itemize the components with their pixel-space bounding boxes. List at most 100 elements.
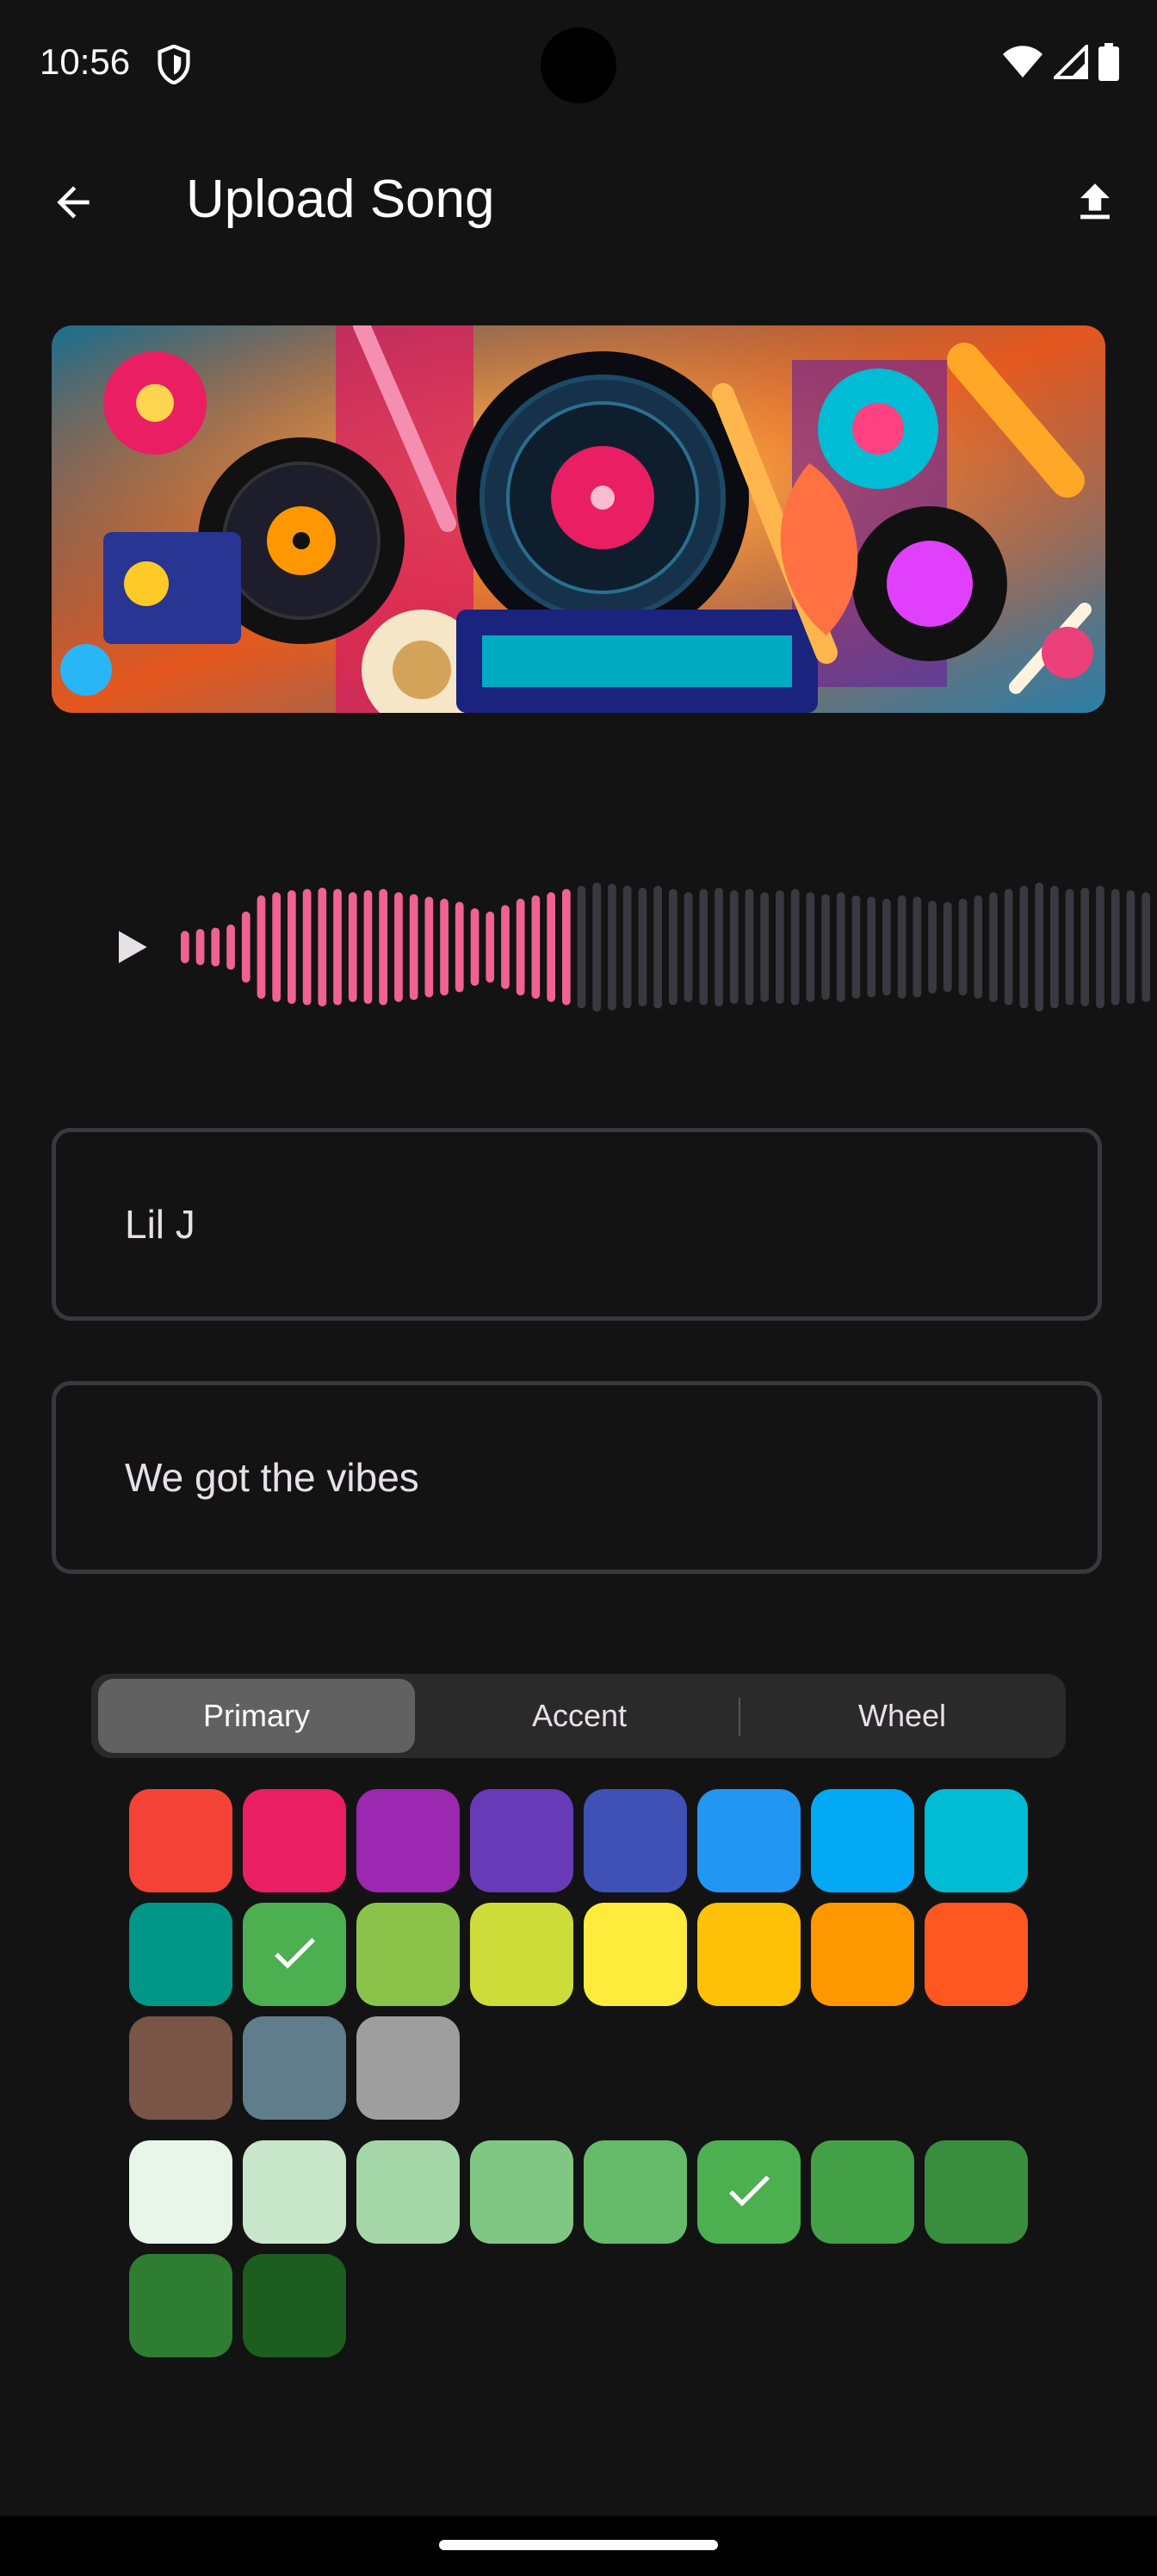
artist-value: Lil J: [125, 1202, 195, 1247]
waveform-bar-played: [333, 889, 342, 1006]
waveform-bar: [974, 895, 983, 999]
waveform-bar: [1111, 889, 1120, 1006]
waveform-bar-played: [379, 889, 387, 1006]
waveform-bar-played: [318, 888, 327, 1006]
waveform-bar: [897, 895, 906, 999]
waveform-bar: [760, 892, 769, 1002]
waveform-bar-played: [516, 898, 525, 996]
primary-color-swatch[interactable]: [470, 1789, 573, 1892]
primary-color-swatch[interactable]: [243, 1789, 346, 1892]
song-title-field[interactable]: We got the vibes: [52, 1381, 1102, 1574]
artist-field[interactable]: Lil J: [52, 1128, 1102, 1321]
waveform-bar-played: [440, 898, 449, 996]
tab-primary[interactable]: Primary: [98, 1679, 415, 1753]
primary-color-swatch[interactable]: [356, 1789, 460, 1892]
waveform-bar: [851, 895, 861, 999]
waveform-bar: [608, 883, 616, 1011]
waveform-bar: [1004, 889, 1013, 1006]
primary-color-swatch[interactable]: [243, 2016, 346, 2120]
waveform-bar-played: [470, 908, 480, 986]
status-bar: 10:56: [0, 0, 1157, 129]
battery-icon: [1098, 42, 1119, 85]
shade-color-swatch[interactable]: [129, 2254, 232, 2357]
arrow-back-icon[interactable]: [43, 172, 103, 232]
waveform-bar-played: [486, 911, 495, 983]
waveform-bar-played: [211, 927, 220, 967]
waveform-bar: [913, 896, 922, 998]
waveform-bar: [715, 888, 723, 1006]
primary-color-swatch[interactable]: [243, 1903, 346, 2006]
primary-color-swatch[interactable]: [811, 1789, 914, 1892]
waveform-bar-played: [455, 901, 464, 993]
waveform-bar: [836, 892, 845, 1002]
waveform-bar: [928, 901, 937, 994]
waveform-bar: [821, 894, 830, 1000]
waveform-bar: [943, 901, 952, 993]
primary-color-swatch[interactable]: [697, 1789, 801, 1892]
shade-color-swatch[interactable]: [243, 2254, 346, 2357]
waveform-bar-played: [257, 895, 266, 999]
waveform-bar-played: [547, 892, 555, 1002]
primary-color-swatch[interactable]: [129, 2016, 232, 2120]
shade-color-swatch[interactable]: [243, 2140, 346, 2244]
tab-accent[interactable]: Accent: [420, 1679, 739, 1753]
waveform-bar-played: [241, 911, 251, 983]
waveform-bar: [806, 892, 815, 1002]
tab-wheel[interactable]: Wheel: [744, 1679, 1061, 1753]
primary-color-swatch[interactable]: [356, 2016, 460, 2120]
play-icon[interactable]: [96, 913, 165, 981]
waveform-bar-played: [562, 889, 571, 1006]
waveform-bar: [1142, 892, 1150, 1002]
waveform-seekbar[interactable]: [181, 878, 1157, 1016]
wifi-icon: [1002, 45, 1043, 84]
shade-color-swatch[interactable]: [356, 2140, 460, 2244]
waveform-bar: [989, 892, 998, 1002]
waveform-bar-played: [195, 929, 205, 965]
waveform-bar: [1035, 882, 1043, 1012]
shade-color-swatch[interactable]: [470, 2140, 573, 2244]
waveform-bar: [669, 889, 677, 1006]
primary-color-swatch[interactable]: [470, 1903, 573, 2006]
waveform-bar: [958, 898, 968, 996]
waveform-bar: [776, 890, 784, 1004]
shade-color-swatch[interactable]: [811, 2140, 914, 2244]
waveform-bar: [684, 892, 693, 1002]
primary-color-swatch[interactable]: [697, 1903, 801, 2006]
page-title: Upload Song: [186, 170, 495, 229]
shade-color-swatch[interactable]: [925, 2140, 1028, 2244]
primary-color-swatch[interactable]: [584, 1903, 687, 2006]
waveform-bar-played: [409, 894, 418, 1000]
primary-color-swatch[interactable]: [811, 1903, 914, 2006]
primary-color-swatch[interactable]: [356, 1903, 460, 2006]
waveform-bar: [867, 896, 875, 998]
waveform-bar: [653, 885, 662, 1009]
waveform-bar-played: [272, 892, 281, 1002]
waveform-bar: [699, 889, 708, 1006]
shade-color-swatch[interactable]: [129, 2140, 232, 2244]
waveform-bar-played: [181, 931, 189, 963]
shade-color-swatch[interactable]: [584, 2140, 687, 2244]
color-picker-tabs: Primary Accent Wheel: [91, 1674, 1066, 1758]
home-gesture-handle[interactable]: [439, 2540, 718, 2550]
upload-icon[interactable]: [1059, 172, 1131, 232]
audio-player: [52, 861, 1150, 1033]
primary-color-swatch[interactable]: [129, 1903, 232, 2006]
primary-color-swatch[interactable]: [925, 1903, 1028, 2006]
waveform-bar-played: [501, 905, 510, 989]
waveform-bar: [882, 898, 891, 996]
waveform-bar: [622, 885, 632, 1009]
app-bar: Upload Song: [0, 146, 1157, 258]
waveform-bar-played: [363, 890, 373, 1004]
waveform-bar: [638, 888, 647, 1006]
shield-icon: [157, 44, 191, 85]
waveform-bar: [592, 882, 602, 1012]
waveform-bar: [745, 889, 754, 1006]
primary-color-swatch[interactable]: [584, 1789, 687, 1892]
primary-color-swatch[interactable]: [129, 1789, 232, 1892]
waveform-bar-played: [424, 896, 434, 998]
system-icons: [1002, 41, 1119, 85]
song-title-value: We got the vibes: [125, 1455, 419, 1500]
shade-color-swatch[interactable]: [697, 2140, 801, 2244]
waveform-bar: [577, 885, 586, 1009]
primary-color-swatch[interactable]: [925, 1789, 1028, 1892]
